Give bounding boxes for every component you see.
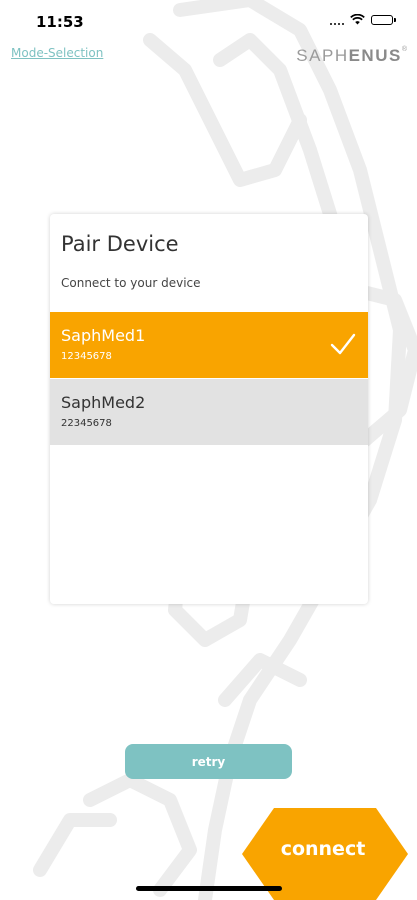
mode-selection-link[interactable]: Mode-Selection [11, 46, 103, 60]
device-id: 22345678 [61, 418, 112, 429]
device-name: SaphMed1 [61, 326, 146, 345]
card-title: Pair Device [61, 232, 179, 256]
device-item-saphmed1[interactable]: SaphMed1 12345678 [50, 312, 368, 378]
home-indicator [136, 886, 282, 891]
device-id: 12345678 [61, 351, 112, 362]
card-subtitle: Connect to your device [61, 276, 201, 290]
pair-device-card: Pair Device Connect to your device SaphM… [50, 214, 368, 604]
status-time: 11:53 [36, 13, 84, 31]
brand-logo: SAPHENUS® [296, 46, 407, 65]
cellular-signal-icon [330, 15, 344, 25]
retry-button[interactable]: retry [125, 744, 292, 779]
status-icons [330, 14, 396, 25]
check-icon [330, 333, 356, 355]
device-name: SaphMed2 [61, 393, 146, 412]
connect-label: connect [280, 838, 366, 860]
device-list: SaphMed1 12345678 SaphMed2 22345678 [50, 312, 368, 445]
status-bar: 11:53 [0, 0, 417, 44]
device-item-saphmed2[interactable]: SaphMed2 22345678 [50, 379, 368, 445]
battery-icon [371, 14, 396, 25]
wifi-icon [350, 14, 365, 25]
